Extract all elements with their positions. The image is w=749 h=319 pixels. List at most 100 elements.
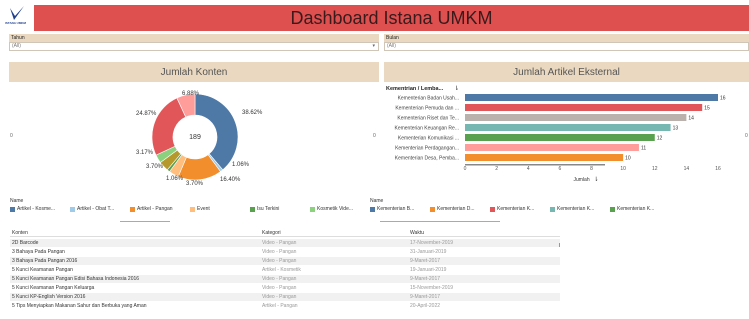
donut-slice-label: 3.70% bbox=[146, 164, 164, 170]
table-row[interactable]: 5 Kunci Keamanan Pangan Edisi Bahasa Ind… bbox=[10, 275, 560, 283]
legend-right-title: Name bbox=[370, 198, 384, 204]
table-cell-kategori: Artikel - Pangan bbox=[262, 303, 298, 309]
legend-label: Artikel - Kosme... bbox=[17, 206, 56, 212]
table-scrollbar[interactable] bbox=[559, 243, 560, 247]
table-cell-konten: 5 Kunci Keamanan Pangan Keluarga bbox=[12, 285, 95, 291]
table-cell-kategori: Video - Pangan bbox=[262, 258, 297, 264]
donut-chart[interactable]: 38.62%1.06%16.40%3.70%1.06%3.70%3.17%24.… bbox=[120, 84, 280, 194]
bar-value-label: 14 bbox=[688, 116, 694, 122]
table-header-konten[interactable]: Konten bbox=[12, 229, 28, 237]
table-cell-kategori: Artikel - Kosmetik bbox=[262, 267, 301, 273]
table-row[interactable]: 5 Kunci Keamanan Pangan Artikel - Kosmeti… bbox=[10, 266, 560, 274]
bar-value-label: 13 bbox=[673, 126, 679, 132]
donut-slice-label: 3.17% bbox=[136, 150, 154, 156]
bar-tick-label: 6 bbox=[558, 166, 561, 172]
legend-item[interactable]: Artikel - Obat T... bbox=[70, 206, 114, 212]
bar-tick-label: 2 bbox=[495, 166, 498, 172]
legend-scrollbar[interactable] bbox=[120, 221, 170, 222]
legend-right-scrollbar[interactable] bbox=[380, 221, 500, 222]
table-header-row: Konten Kategori Waktu bbox=[10, 229, 560, 237]
legend-swatch bbox=[130, 206, 135, 212]
legend-swatch bbox=[490, 206, 495, 212]
legend-label: Kementerian K... bbox=[617, 206, 655, 212]
legend-left: Artikel - Kosme... Artikel - Obat T... Art… bbox=[10, 206, 370, 216]
donut-slice-label: 24.87% bbox=[136, 111, 157, 117]
filter-tahun-label: Tahun bbox=[9, 34, 379, 42]
donut-slice-label: 6.88% bbox=[182, 91, 200, 97]
table-cell-konten: 2D Barcode bbox=[12, 240, 39, 246]
table-row[interactable]: 5 Kunci KP-English Version 2016 Video - P… bbox=[10, 293, 560, 301]
legend-item[interactable]: Event bbox=[190, 206, 210, 212]
table-cell-waktu: 9-Maret-2017 bbox=[410, 276, 441, 282]
bar-category-label: Kementerian Keuangan Re... bbox=[395, 126, 460, 132]
donut-slice-label: 3.70% bbox=[186, 181, 204, 187]
bar-category-label: Kementerian Badan Usah... bbox=[398, 96, 459, 102]
table-row[interactable]: 5 Tips Menyiapkan Makanan Sahur dan Berb… bbox=[10, 302, 560, 310]
bar bbox=[465, 144, 639, 151]
filter-bulan: Bulan (All) bbox=[384, 34, 749, 51]
donut-slice-label: 1.06% bbox=[166, 176, 184, 182]
table-row[interactable]: 3 Bahaya Pada Pangan Video - Pangan 31-Jan… bbox=[10, 248, 560, 256]
filter-bulan-label: Bulan bbox=[384, 34, 749, 42]
bar-category-label: Kementerian Perdagangan... bbox=[395, 146, 459, 152]
bar-xlabel: Jumlah bbox=[574, 177, 590, 183]
legend-item[interactable]: Isu Terkini bbox=[250, 206, 279, 212]
bar-value-label: 11 bbox=[641, 146, 646, 152]
bar-category-label: Kementerian Komunikasi ... bbox=[398, 136, 459, 142]
legend-item[interactable]: Kosmetik Vide... bbox=[310, 206, 353, 212]
filter-tahun-value: (All) bbox=[12, 43, 21, 49]
legend-swatch bbox=[10, 206, 15, 212]
legend-item[interactable]: Kementerian K... bbox=[490, 206, 534, 212]
bar-category-label: Kementerian Pemuda dan ... bbox=[395, 106, 459, 112]
legend-right: Kementerian B... Kementerian D... Kementer… bbox=[370, 206, 749, 216]
bar-chart[interactable]: Kementrian / Lemba... ⇂ Kementerian Badan … bbox=[384, 82, 749, 194]
legend-swatch bbox=[250, 206, 255, 212]
legend-item[interactable]: Artikel - Kosme... bbox=[10, 206, 55, 212]
legend-label: Artikel - Pangan bbox=[137, 206, 173, 212]
table-cell-kategori: Video - Pangan bbox=[262, 240, 297, 246]
legend-item[interactable]: Kementerian B... bbox=[370, 206, 414, 212]
legend-item[interactable]: Kementerian K... bbox=[610, 206, 654, 212]
legend-left-title: Name bbox=[10, 198, 24, 204]
axis-zero-right: 0 bbox=[373, 133, 376, 139]
bar-tick-label: 14 bbox=[684, 166, 690, 172]
bar-panel-header: Jumlah Artikel Eksternal bbox=[384, 62, 749, 82]
logo-mark-icon bbox=[10, 6, 24, 20]
legend-item[interactable]: Artikel - Pangan bbox=[130, 206, 173, 212]
table-row[interactable]: 5 Kunci Keamanan Pangan Keluarga Video - … bbox=[10, 284, 560, 292]
bar-category-label: Kementerian Riset dan Te... bbox=[397, 116, 459, 122]
table-cell-konten: 3 Bahaya Pada Pangan bbox=[12, 249, 65, 255]
table-cell-waktu: 19-Januari-2019 bbox=[410, 267, 447, 273]
bar-tick-label: 0 bbox=[464, 166, 467, 172]
filter-tahun-select[interactable]: (All) ▾ bbox=[9, 42, 379, 51]
bar bbox=[465, 104, 703, 111]
table-cell-konten: 5 Kunci KP-English Version 2016 bbox=[12, 294, 86, 300]
table-row[interactable]: 3 Bahaya Pada Pangan 2016 Video - Pangan 9… bbox=[10, 257, 560, 265]
donut-panel-header: Jumlah Konten bbox=[9, 62, 379, 82]
table-row[interactable]: 2D Barcode Video - Pangan 17-November-2019 bbox=[10, 239, 560, 247]
logo-text: ISTANA UMKM bbox=[5, 21, 26, 25]
legend-swatch bbox=[430, 206, 435, 212]
table-cell-kategori: Video - Pangan bbox=[262, 276, 297, 282]
logo: ISTANA UMKM bbox=[0, 2, 34, 30]
bar-value-label: 15 bbox=[704, 106, 710, 112]
legend-label: Kementerian D... bbox=[437, 206, 475, 212]
legend-label: Isu Terkini bbox=[257, 206, 280, 212]
table-header-kategori[interactable]: Kategori bbox=[262, 229, 281, 237]
bar-category-label: Kementerian Desa, Pemba... bbox=[395, 156, 459, 162]
filter-bulan-select[interactable]: (All) bbox=[384, 42, 749, 51]
title-bar: Dashboard Istana UMKM bbox=[34, 5, 749, 31]
donut-panel-title: Jumlah Konten bbox=[160, 66, 228, 78]
legend-item[interactable]: Kementerian D... bbox=[430, 206, 475, 212]
bar bbox=[465, 134, 655, 141]
legend-label: Kementerian K... bbox=[557, 206, 595, 212]
table-cell-kategori: Video - Pangan bbox=[262, 285, 297, 291]
bar-panel-title: Jumlah Artikel Eksternal bbox=[513, 66, 620, 78]
table-header-waktu[interactable]: Waktu bbox=[410, 229, 424, 237]
legend-item[interactable]: Kementerian K... bbox=[550, 206, 594, 212]
legend-swatch bbox=[190, 206, 195, 212]
filter-tahun: Tahun (All) ▾ bbox=[9, 34, 379, 51]
legend-swatch bbox=[550, 206, 555, 212]
legend-label: Event bbox=[197, 206, 210, 212]
table-cell-waktu: 20-April-2022 bbox=[410, 303, 441, 309]
